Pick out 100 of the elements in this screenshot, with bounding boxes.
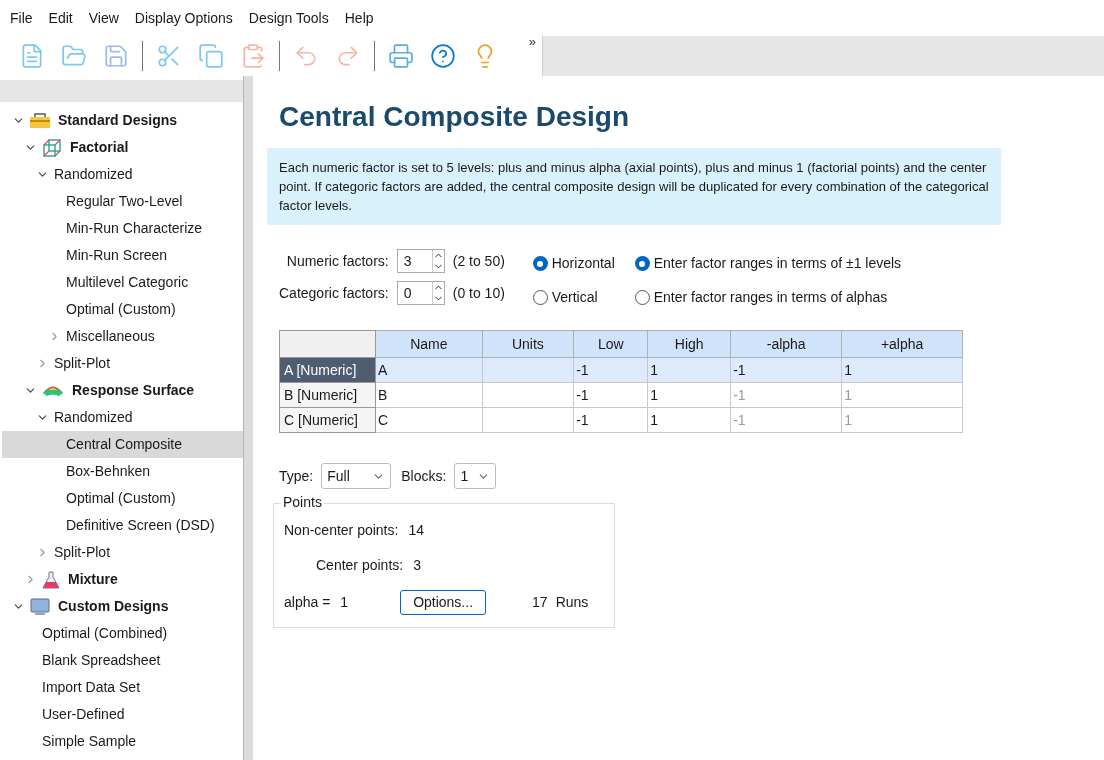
column-header[interactable]: Units: [482, 330, 574, 358]
column-header[interactable]: High: [647, 330, 731, 358]
radio-button[interactable]: [634, 256, 650, 271]
tree-item[interactable]: Optimal (Combined): [2, 620, 243, 647]
cube-icon: [42, 138, 62, 157]
tree-item-label: Factorial: [70, 138, 129, 157]
menu-item[interactable]: View: [82, 7, 125, 29]
tree-item[interactable]: Definitive Screen (DSD): [2, 512, 243, 539]
tree-item-label: Optimal (Custom): [66, 489, 176, 508]
field-label: Non-center points:: [284, 521, 399, 540]
tree-item-label: Split-Plot: [54, 354, 111, 373]
tree-item-label: Randomized: [54, 165, 133, 184]
menu-item[interactable]: Help: [338, 7, 380, 29]
radio-label: Enter factor ranges in terms of ±1 levels: [653, 254, 902, 273]
type-dropdown[interactable]: Full: [321, 463, 392, 489]
toolbox-icon: [30, 112, 50, 129]
tree-item[interactable]: Custom Designs: [2, 593, 243, 620]
tree-item[interactable]: Split-Plot: [2, 539, 243, 566]
tree-item-label: Optimal (Combined): [42, 624, 168, 643]
tree-item[interactable]: Standard Designs: [2, 107, 243, 134]
range-hint: (2 to 50): [452, 251, 506, 271]
row-header[interactable]: A [Numeric]: [279, 357, 376, 383]
menu-item[interactable]: Display Options: [128, 7, 239, 29]
tree-item[interactable]: Regular Two-Level: [2, 188, 243, 215]
field-label: alpha =: [284, 593, 331, 612]
tree-item-label: Central Composite: [66, 435, 182, 454]
tree-item-label: Import Data Set: [42, 678, 141, 697]
tree-item[interactable]: Randomized: [2, 161, 243, 188]
menu-item[interactable]: Design Tools: [242, 7, 335, 29]
column-header[interactable]: Name: [375, 330, 483, 358]
column-header[interactable]: +alpha: [841, 330, 963, 358]
radio-button[interactable]: [532, 290, 548, 305]
tree-item[interactable]: Min-Run Characterize: [2, 215, 243, 242]
tree-item-label: Definitive Screen (DSD): [66, 516, 215, 535]
radio-button[interactable]: [634, 290, 650, 305]
tree-item-label: Simple Sample: [42, 732, 137, 751]
column-header[interactable]: -alpha: [730, 330, 842, 358]
tree-item-label: Split-Plot: [54, 543, 111, 562]
tree-item[interactable]: Blank Spreadsheet: [2, 647, 243, 674]
tree-item[interactable]: Randomized: [2, 404, 243, 431]
tree-item-label: Min-Run Characterize: [66, 219, 203, 238]
tree-item-label: Regular Two-Level: [66, 192, 183, 211]
options-button[interactable]: Options...: [400, 590, 487, 615]
field-value: 14: [408, 521, 424, 540]
tree-item[interactable]: Box-Behnken: [2, 458, 243, 485]
toolbar-overflow[interactable]: »: [528, 32, 536, 52]
tree-item[interactable]: Optimal (Custom): [2, 485, 243, 512]
radio-label: Vertical: [551, 288, 598, 307]
blocks-label: Blocks:: [401, 466, 447, 486]
monitor-icon: [30, 597, 50, 616]
type-label: Type:: [279, 466, 314, 486]
tree-item-label: Randomized: [54, 408, 133, 427]
runs-value: 17: [532, 593, 548, 612]
tree-item-label: Response Surface: [72, 381, 195, 400]
blocks-dropdown[interactable]: 1: [454, 463, 497, 489]
tree-item[interactable]: Simple Sample: [2, 728, 243, 755]
runs-label: Runs: [555, 593, 589, 612]
radio-label: Enter factor ranges in terms of alphas: [653, 288, 888, 307]
tree-item-label: Blank Spreadsheet: [42, 651, 161, 670]
menu-item[interactable]: Edit: [42, 7, 79, 29]
tree-item[interactable]: Mixture: [2, 566, 243, 593]
tree-item[interactable]: Response Surface: [2, 377, 243, 404]
menu-item[interactable]: File: [4, 7, 39, 29]
field-value: 1: [340, 593, 349, 612]
flask-icon: [42, 570, 60, 589]
field-value: 3: [413, 556, 421, 575]
range-hint: (0 to 10): [452, 283, 506, 303]
table-cell[interactable]: 1: [841, 357, 963, 383]
table-cell[interactable]: A: [375, 357, 483, 383]
column-header[interactable]: Low: [573, 330, 648, 358]
number-spinner[interactable]: 0: [396, 281, 445, 305]
tree-item[interactable]: Factorial: [2, 134, 243, 161]
radio-label: Horizontal: [551, 254, 615, 273]
tree-item[interactable]: Optimal (Custom): [2, 296, 243, 323]
factor-label: Categoric factors:: [279, 283, 389, 303]
description-text: Each numeric factor is set to 5 levels: plus and minus alpha (axial points), plus and minus 1 (factorial points) and the center point. If categoric factors are added, the central composite design will be duplicated for every combination of the categorical factor levels.: [267, 148, 1001, 225]
tree-item-label: Miscellaneous: [66, 327, 155, 346]
page-title: Central Composite Design: [279, 100, 631, 134]
factor-label: Numeric factors:: [286, 251, 389, 271]
tree-item-label: Custom Designs: [58, 597, 169, 616]
tree-item[interactable]: Import Data Set: [2, 674, 243, 701]
tree-item-label: Box-Behnken: [66, 462, 151, 481]
field-label: Center points:: [316, 556, 404, 575]
tree-item-label: Min-Run Screen: [66, 246, 168, 265]
tree-item-label: User-Defined: [42, 705, 125, 724]
radio-button[interactable]: [532, 256, 548, 271]
tree-item[interactable]: Min-Run Screen: [2, 242, 243, 269]
tree-item[interactable]: Miscellaneous: [2, 323, 243, 350]
group-title: Points: [281, 494, 324, 510]
tree-item-label: Mixture: [68, 570, 118, 589]
tree-item[interactable]: User-Defined: [2, 701, 243, 728]
tree-item-label: Optimal (Custom): [66, 300, 176, 319]
table-cell[interactable]: -1: [730, 357, 842, 383]
tree-item[interactable]: Central Composite: [2, 431, 243, 458]
number-spinner[interactable]: 3: [396, 249, 445, 273]
tree-item-label: Multilevel Categoric: [66, 273, 189, 292]
tree-item[interactable]: Multilevel Categoric: [2, 269, 243, 296]
tree-item-label: Standard Designs: [58, 111, 178, 130]
table-cell[interactable]: 1: [647, 357, 731, 383]
tree-item[interactable]: Split-Plot: [2, 350, 243, 377]
